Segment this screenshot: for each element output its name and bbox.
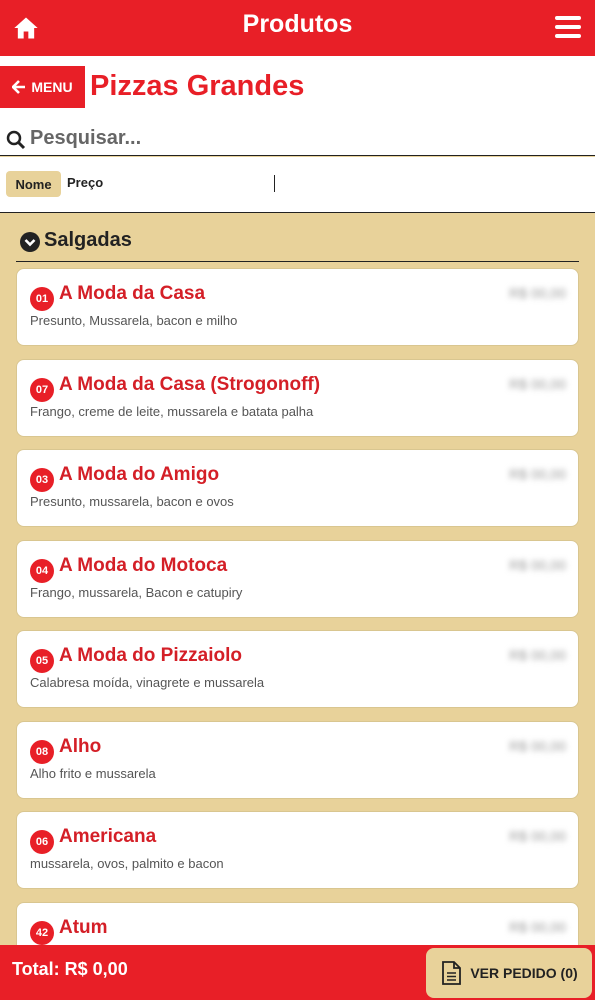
product-card[interactable]: 05 A Moda do Pizzaiolo Calabresa moída, … bbox=[16, 630, 579, 708]
view-order-label: VER PEDIDO (0) bbox=[470, 965, 578, 981]
product-card[interactable]: 08 Alho Alho frito e mussarela R$ 00,00 bbox=[16, 720, 579, 799]
product-name: A Moda da Casa bbox=[59, 283, 206, 304]
product-number-badge: 42 bbox=[30, 920, 54, 945]
category-header[interactable]: Salgadas bbox=[16, 224, 579, 262]
product-description: mussarela, ovos, palmito e bacon bbox=[30, 856, 224, 871]
footer-bar: Total: R$ 0,00 VER PEDIDO (0) bbox=[0, 945, 595, 1000]
product-price: R$ 00,00 bbox=[509, 737, 566, 754]
app-title: Produtos bbox=[242, 10, 353, 38]
product-number-badge: 08 bbox=[30, 739, 54, 764]
order-total: Total: R$ 0,00 bbox=[12, 959, 128, 979]
product-name: Americana bbox=[59, 826, 157, 847]
product-description: Frango, mussarela, Bacon e catupiry bbox=[30, 584, 243, 600]
product-number-badge: 07 bbox=[30, 377, 54, 402]
product-number-badge: 06 bbox=[30, 830, 54, 854]
product-card[interactable]: 07 A Moda da Casa (Strogonoff) Frango, c… bbox=[16, 358, 579, 437]
page-title: Pizzas Grandes bbox=[90, 70, 305, 102]
product-description: Calabresa moída, vinagrete e mussarela bbox=[30, 675, 265, 690]
view-order-button[interactable]: VER PEDIDO (0) bbox=[426, 948, 592, 998]
product-name: A Moda do Pizzaiolo bbox=[59, 645, 242, 666]
product-price: R$ 00,00 bbox=[509, 828, 566, 844]
sort-by-name-button[interactable]: Nome bbox=[6, 171, 61, 197]
product-list: 01 A Moda da Casa Presunto, Mussarela, b… bbox=[16, 268, 579, 992]
menu-back-button[interactable]: MENU bbox=[0, 66, 85, 108]
product-description: Presunto, mussarela, bacon e ovos bbox=[30, 494, 234, 509]
product-description: Alho frito e mussarela bbox=[30, 765, 156, 781]
product-number-badge: 04 bbox=[30, 558, 54, 583]
arrow-left-icon bbox=[12, 80, 26, 94]
category-label: Salgadas bbox=[44, 229, 132, 251]
product-price: R$ 00,00 bbox=[509, 375, 566, 392]
product-description: Frango, creme de leite, mussarela e bata… bbox=[30, 403, 314, 419]
search-bar bbox=[0, 122, 595, 156]
product-number-badge: 03 bbox=[30, 468, 54, 492]
product-price: R$ 00,00 bbox=[509, 918, 566, 935]
search-input[interactable] bbox=[30, 124, 590, 152]
document-icon bbox=[442, 961, 462, 985]
product-number-badge: 01 bbox=[30, 287, 54, 311]
product-card[interactable]: 06 Americana mussarela, ovos, palmito e … bbox=[16, 811, 579, 889]
text-cursor bbox=[274, 175, 275, 192]
product-price: R$ 00,00 bbox=[509, 466, 566, 482]
menu-label: MENU bbox=[31, 79, 73, 95]
product-card[interactable]: 04 A Moda do Motoca Frango, mussarela, B… bbox=[16, 539, 579, 618]
product-price: R$ 00,00 bbox=[509, 556, 566, 573]
product-name: Atum bbox=[59, 916, 108, 938]
search-icon bbox=[6, 130, 26, 150]
hamburger-icon[interactable] bbox=[555, 16, 581, 40]
sort-by-price-button[interactable]: Preço bbox=[67, 175, 103, 190]
product-name: Alho bbox=[59, 735, 102, 757]
product-card[interactable]: 01 A Moda da Casa Presunto, Mussarela, b… bbox=[16, 268, 579, 346]
product-card[interactable]: 03 A Moda do Amigo Presunto, mussarela, … bbox=[16, 449, 579, 527]
product-number-badge: 05 bbox=[30, 649, 54, 673]
product-name: A Moda da Casa (Strogonoff) bbox=[59, 373, 321, 395]
top-bar: Produtos bbox=[0, 0, 595, 56]
page-header: MENU Pizzas Grandes bbox=[0, 56, 595, 156]
product-price: R$ 00,00 bbox=[509, 285, 566, 301]
product-description: Presunto, Mussarela, bacon e milho bbox=[30, 313, 238, 328]
product-price: R$ 00,00 bbox=[509, 647, 566, 663]
product-name: A Moda do Motoca bbox=[59, 554, 228, 576]
product-name: A Moda do Amigo bbox=[59, 464, 220, 485]
sort-bar: Nome Preço bbox=[0, 157, 595, 213]
chevron-down-circle-icon bbox=[20, 232, 40, 252]
